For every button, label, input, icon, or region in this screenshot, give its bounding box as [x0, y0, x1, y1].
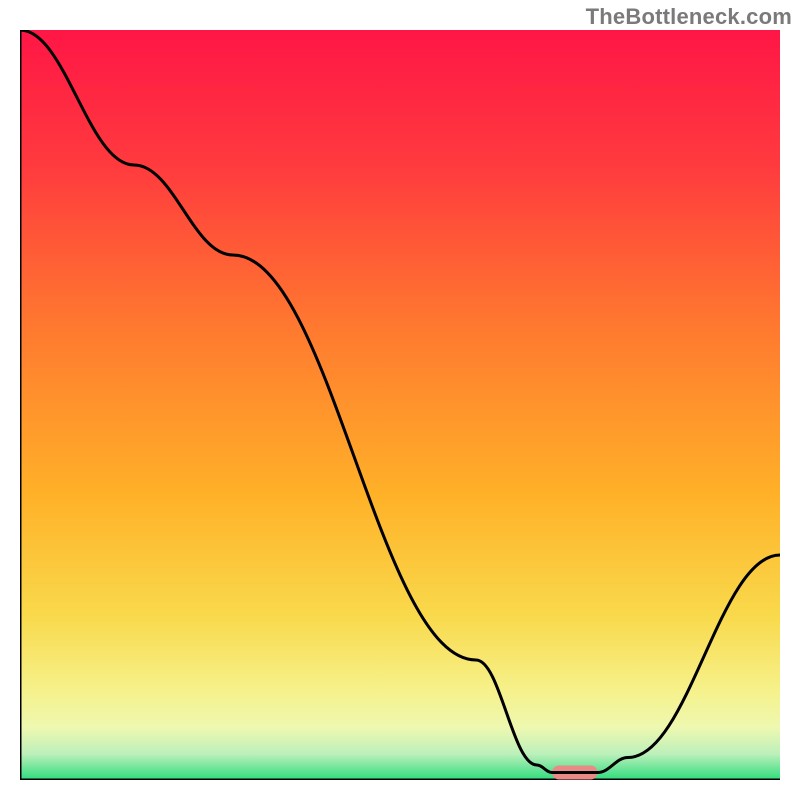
chart-svg	[20, 30, 780, 780]
chart-container: TheBottleneck.com	[0, 0, 800, 800]
gradient-background	[20, 30, 780, 780]
watermark-text: TheBottleneck.com	[586, 4, 792, 30]
plot-area	[20, 30, 780, 780]
